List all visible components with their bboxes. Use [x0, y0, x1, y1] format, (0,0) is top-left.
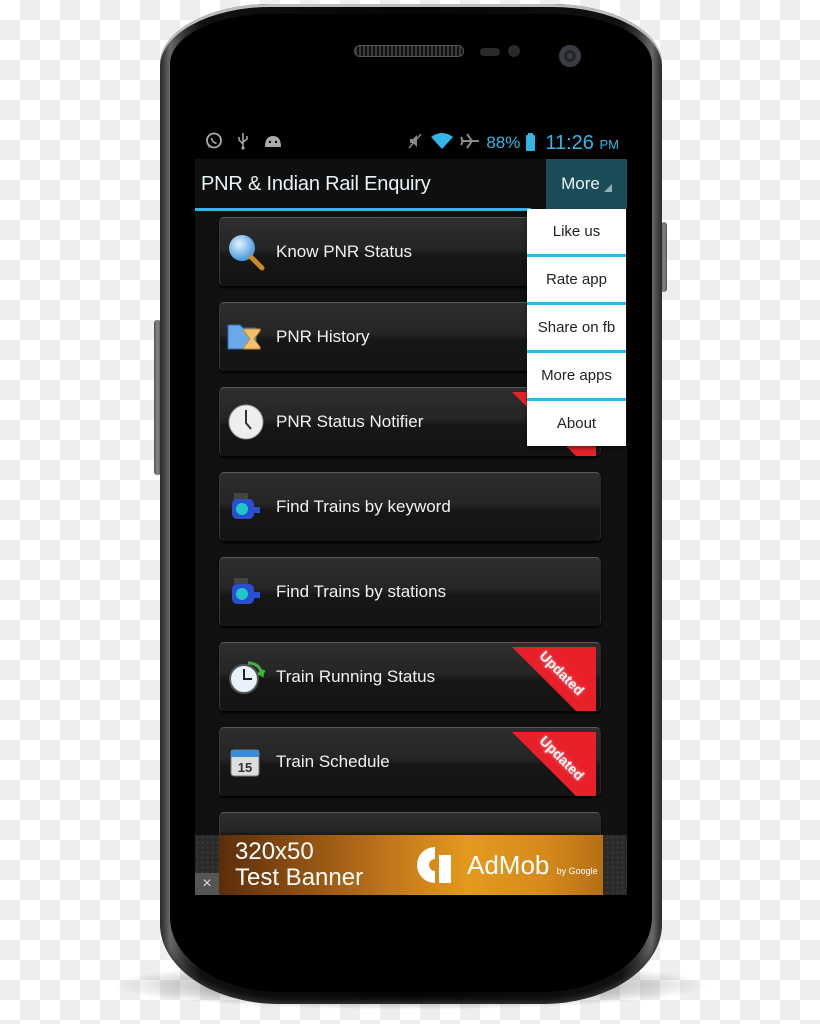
light-sensor: [508, 45, 520, 57]
magnifier-icon: [226, 232, 266, 272]
item-label: Find Trains by keyword: [276, 497, 451, 516]
wifi-icon: [430, 132, 454, 155]
item-label: PNR History: [276, 327, 370, 346]
train-engine-icon: [226, 572, 266, 612]
mute-icon: [406, 132, 424, 155]
list-item-find-trains-keyword[interactable]: Find Trains by keyword: [219, 472, 601, 541]
status-bar: 88% 11:26 PM: [195, 127, 627, 159]
dropdown-corner-icon: [603, 184, 612, 192]
train-engine-icon: [226, 487, 266, 527]
svg-text:15: 15: [238, 760, 252, 775]
ad-brand-name: AdMob: [467, 849, 550, 880]
item-label: Train Schedule: [276, 752, 390, 771]
ad-size-text: 320x50 Test Banner: [235, 839, 385, 891]
menu-item-about[interactable]: About: [527, 401, 626, 446]
action-bar: PNR & Indian Rail Enquiry More: [195, 159, 627, 211]
list-item-train-schedule[interactable]: 15 Train Schedule Updated: [219, 727, 601, 796]
battery-icon: [526, 133, 536, 151]
earpiece-speaker: [354, 45, 464, 57]
list-item-train-running-status[interactable]: Train Running Status Updated: [219, 642, 601, 711]
overflow-menu: Like us Rate app Share on fb More apps A…: [527, 209, 626, 446]
folder-hourglass-icon: [226, 317, 266, 357]
app-title: PNR & Indian Rail Enquiry: [201, 172, 431, 195]
menu-item-rate-app[interactable]: Rate app: [527, 257, 626, 305]
whatsapp-icon: [205, 132, 223, 155]
front-camera: [559, 45, 581, 67]
airplane-icon: [460, 132, 480, 155]
more-label: More: [561, 174, 600, 193]
time-value: 11:26: [545, 131, 594, 154]
ad-brand-sub: by Google: [556, 865, 598, 876]
android-icon: [263, 134, 283, 153]
item-label: Find Trains by stations: [276, 582, 447, 601]
more-menu-button[interactable]: More: [546, 159, 627, 209]
item-label: Know PNR Status: [276, 242, 413, 261]
clock-icon: [226, 402, 266, 442]
action-bar-underline: [195, 208, 531, 211]
clock-refresh-icon: [226, 657, 266, 697]
phone-screen: 88% 11:26 PM PNR & Indian Rail Enquiry M…: [195, 127, 627, 895]
usb-icon: [237, 132, 249, 155]
list-item-find-trains-stations[interactable]: Find Trains by stations: [219, 557, 601, 626]
ad-brand: AdMob by Google: [467, 850, 598, 881]
clock-time: 11:26 PM: [545, 132, 619, 155]
proximity-sensor: [480, 48, 500, 56]
menu-item-like-us[interactable]: Like us: [527, 209, 626, 257]
admob-logo-icon: [413, 843, 457, 887]
ad-line-2: Test Banner: [235, 864, 364, 891]
item-label: Train Running Status: [276, 667, 436, 686]
ad-container: 320x50 Test Banner AdMob by Google ×: [195, 835, 627, 895]
ad-line-1: 320x50: [235, 838, 314, 865]
calendar-icon: 15: [226, 742, 266, 782]
ad-banner[interactable]: 320x50 Test Banner AdMob by Google: [219, 835, 603, 895]
menu-item-more-apps[interactable]: More apps: [527, 353, 626, 401]
menu-item-share-on-fb[interactable]: Share on fb: [527, 305, 626, 353]
ad-close-button[interactable]: ×: [195, 873, 219, 895]
item-label: PNR Status Notifier: [276, 412, 424, 431]
time-ampm: PM: [599, 136, 620, 152]
battery-percent: 88%: [486, 133, 521, 152]
